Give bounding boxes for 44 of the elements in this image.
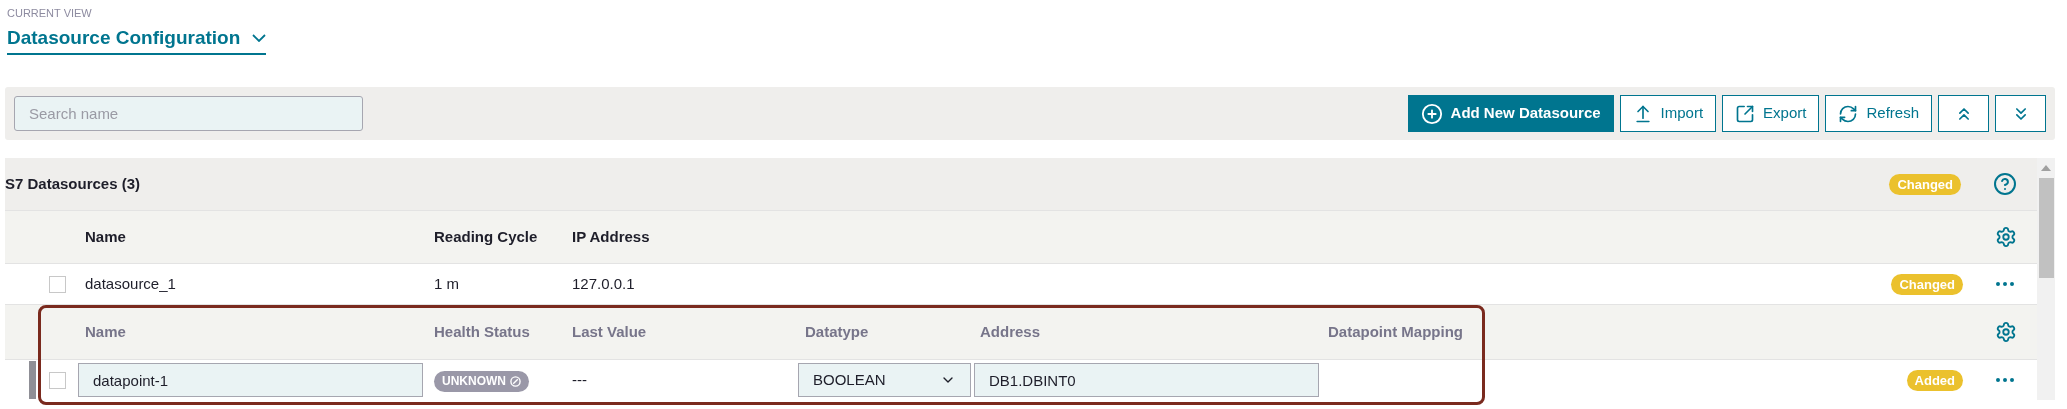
column-header: Address [980, 322, 1041, 340]
scrollbar-thumb[interactable] [2038, 178, 2054, 278]
status-badge: Added [1906, 369, 1963, 391]
toolbar-button[interactable]: Export [1722, 95, 1820, 132]
column-header: IP Address [572, 227, 650, 245]
column-header: Name [85, 322, 126, 340]
view-label: CURRENT VIEW [7, 6, 93, 21]
column-header: Reading Cycle [434, 227, 538, 245]
status-badge: Changed [1889, 173, 1961, 195]
chevron-down-icon [252, 33, 267, 42]
column-header: Datatype [805, 322, 869, 340]
table-cell: --- [572, 370, 587, 388]
column-header: Name [85, 227, 126, 245]
toolbar-button[interactable]: Import [1619, 95, 1717, 132]
table-cell: 1 m [434, 274, 459, 292]
toolbar-icon-button[interactable] [1995, 95, 2046, 132]
toolbar-button[interactable]: Refresh [1825, 95, 1932, 132]
datatype-select[interactable]: BOOLEAN [798, 363, 971, 397]
help-icon[interactable] [1993, 172, 2017, 196]
table-cell: datasource_1 [85, 274, 176, 292]
group-title: S7 Datasources (3) [5, 173, 141, 194]
settings-icon[interactable] [1995, 321, 2017, 343]
toolbar-button[interactable]: Add New Datasource [1407, 95, 1614, 132]
table-cell: 127.0.0.1 [572, 274, 635, 292]
toolbar-icon-button[interactable] [1938, 95, 1989, 132]
plus-circle-icon [1420, 102, 1443, 125]
checkbox[interactable] [49, 275, 66, 293]
search-field[interactable]: Search name [14, 96, 363, 131]
view-selector[interactable]: Datasource Configuration [7, 23, 267, 55]
checkbox[interactable] [49, 371, 66, 389]
status-badge: Changed [1891, 273, 1963, 295]
export-icon [1735, 103, 1756, 124]
column-header: Last Value [572, 322, 647, 340]
column-header: Health Status [434, 322, 530, 340]
scrollbar[interactable] [2037, 158, 2055, 400]
row-indicator [29, 361, 36, 399]
refresh-icon [1838, 103, 1859, 124]
status-icon [510, 375, 521, 387]
datapoint-row[interactable]: datapoint-1 UNKNOWN --- BOOLEAN DB1.DBINT0 Added [5, 359, 2037, 400]
address-field[interactable]: DB1.DBINT0 [974, 363, 1319, 397]
health-badge: UNKNOWN [434, 370, 529, 392]
settings-icon[interactable] [1995, 226, 2017, 248]
column-header: Datapoint Mapping [1328, 322, 1463, 340]
name-field[interactable]: datapoint-1 [78, 363, 423, 397]
